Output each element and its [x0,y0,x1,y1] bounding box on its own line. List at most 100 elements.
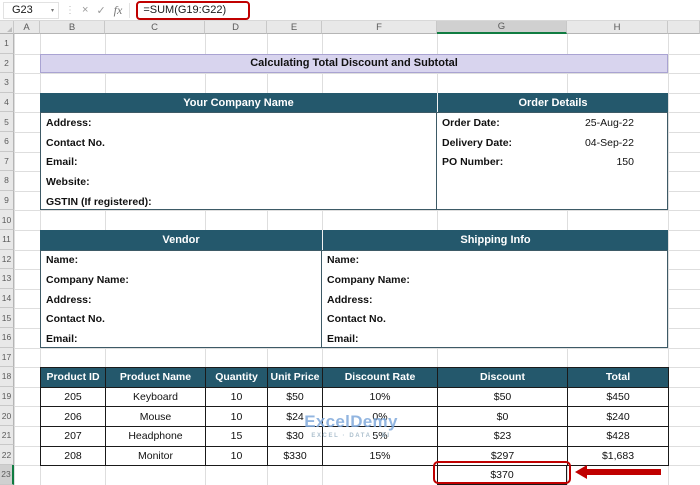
table-cell[interactable]: $240 [568,407,669,427]
table-cell[interactable]: 10 [206,387,268,408]
table-cell[interactable]: $428 [568,426,669,447]
row-header[interactable]: 2 [0,53,14,74]
column-header-g-selected[interactable]: G [437,21,567,34]
shipping-field-company[interactable]: Company Name: [322,270,667,290]
title-cell[interactable]: Calculating Total Discount and Subtotal [40,53,668,74]
col-product-name[interactable]: Product Name [106,368,206,388]
row-header[interactable]: 20 [0,406,14,426]
table-cell[interactable]: 15% [323,446,438,467]
vendor-field-contact[interactable]: Contact No. [41,309,321,329]
table-cell[interactable]: Keyboard [106,387,206,408]
row-header[interactable]: 6 [0,131,14,152]
row-header[interactable]: 7 [0,151,14,172]
vendor-field-name[interactable]: Name: [41,251,321,271]
company-header-cell[interactable]: Your Company Name [40,92,437,113]
table-cell[interactable]: 10 [206,407,268,427]
table-cell[interactable]: 206 [41,407,106,427]
table-cell[interactable]: $1,683 [568,446,669,467]
row-header[interactable]: 22 [0,445,14,466]
table-cell[interactable]: $50 [268,387,323,408]
insert-function-icon[interactable]: fx [114,3,123,18]
table-cell[interactable]: 5% [323,426,438,447]
row-header[interactable]: 17 [0,347,14,368]
shipping-info-box: Name: Company Name: Address: Contact No.… [321,249,668,348]
table-cell[interactable]: 0% [323,407,438,427]
table-cell[interactable]: 207 [41,426,106,447]
row-header[interactable]: 21 [0,425,14,446]
delivery-date-value[interactable]: 04-Sep-22 [567,137,667,149]
table-cell[interactable]: $0 [438,407,568,427]
company-field-email[interactable]: Email: [41,153,436,173]
enter-icon[interactable]: ✓ [96,4,105,17]
shipping-field-contact[interactable]: Contact No. [322,309,667,329]
column-header-partial[interactable] [668,21,700,34]
row-header-23-selected[interactable]: 23 [0,465,14,485]
table-cell[interactable]: $30 [268,426,323,447]
table-cell[interactable]: $50 [438,387,568,408]
col-discount[interactable]: Discount [438,368,568,388]
col-unit-price[interactable]: Unit Price [268,368,323,388]
table-cell[interactable]: $24 [268,407,323,427]
column-header-b[interactable]: B [40,21,105,34]
row-header[interactable]: 1 [0,34,14,54]
row-header[interactable]: 5 [0,112,14,132]
order-details-header-cell[interactable]: Order Details [437,92,668,113]
shipping-field-name[interactable]: Name: [322,251,667,271]
company-field-website[interactable]: Website: [41,172,436,192]
shipping-field-email[interactable]: Email: [322,329,667,347]
po-number-value[interactable]: 150 [567,156,667,168]
row-header[interactable]: 4 [0,92,14,113]
table-cell[interactable]: Headphone [106,426,206,447]
company-field-gstin[interactable]: GSTIN (If registered): [41,192,436,210]
table-cell[interactable]: Monitor [106,446,206,467]
table-cell[interactable]: 208 [41,446,106,467]
col-total[interactable]: Total [568,368,669,388]
column-header-h[interactable]: H [567,21,668,34]
row-header[interactable]: 11 [0,229,14,250]
company-field-address[interactable]: Address: [41,113,436,133]
col-quantity[interactable]: Quantity [206,368,268,388]
column-header-f[interactable]: F [322,21,437,34]
row-header[interactable]: 16 [0,327,14,348]
column-header-e[interactable]: E [267,21,322,34]
row-header[interactable]: 3 [0,73,14,93]
delivery-date-label[interactable]: Delivery Date: [437,137,567,149]
company-field-contact[interactable]: Contact No. [41,133,436,153]
row-header[interactable]: 9 [0,190,14,211]
row-header[interactable]: 13 [0,269,14,289]
shipping-field-address[interactable]: Address: [322,290,667,310]
name-box[interactable]: G23 ▾ [3,1,59,19]
order-date-label[interactable]: Order Date: [437,117,567,129]
vendor-field-email[interactable]: Email: [41,329,321,347]
table-cell[interactable]: 15 [206,426,268,447]
po-number-label[interactable]: PO Number: [437,156,567,168]
row-header[interactable]: 18 [0,367,14,387]
row-header[interactable]: 8 [0,171,14,191]
vendor-field-company[interactable]: Company Name: [41,270,321,290]
table-cell[interactable]: Mouse [106,407,206,427]
column-header-a[interactable]: A [14,21,40,34]
row-header[interactable]: 19 [0,386,14,407]
table-cell[interactable]: 10 [206,446,268,467]
select-all-corner[interactable] [0,21,14,34]
cancel-icon[interactable]: × [82,4,88,16]
table-cell[interactable]: 205 [41,387,106,408]
vendor-field-address[interactable]: Address: [41,290,321,310]
row-header[interactable]: 10 [0,210,14,230]
col-product-id[interactable]: Product ID [41,368,106,388]
column-header-d[interactable]: D [205,21,267,34]
column-header-c[interactable]: C [105,21,205,34]
table-cell[interactable]: $450 [568,387,669,408]
table-cell[interactable]: 10% [323,387,438,408]
col-discount-rate[interactable]: Discount Rate [323,368,438,388]
row-header[interactable]: 14 [0,288,14,309]
table-cell[interactable]: $23 [438,426,568,447]
row-header[interactable]: 15 [0,308,14,328]
name-box-dropdown-icon[interactable]: ▾ [51,7,54,14]
order-date-value[interactable]: 25-Aug-22 [567,117,667,129]
shipping-info-header-cell[interactable]: Shipping Info [322,230,668,250]
vendor-header-cell[interactable]: Vendor [40,230,322,250]
formula-input[interactable]: =SUM(G19:G22) [143,4,226,16]
table-cell[interactable]: $330 [268,446,323,467]
row-header[interactable]: 12 [0,249,14,270]
